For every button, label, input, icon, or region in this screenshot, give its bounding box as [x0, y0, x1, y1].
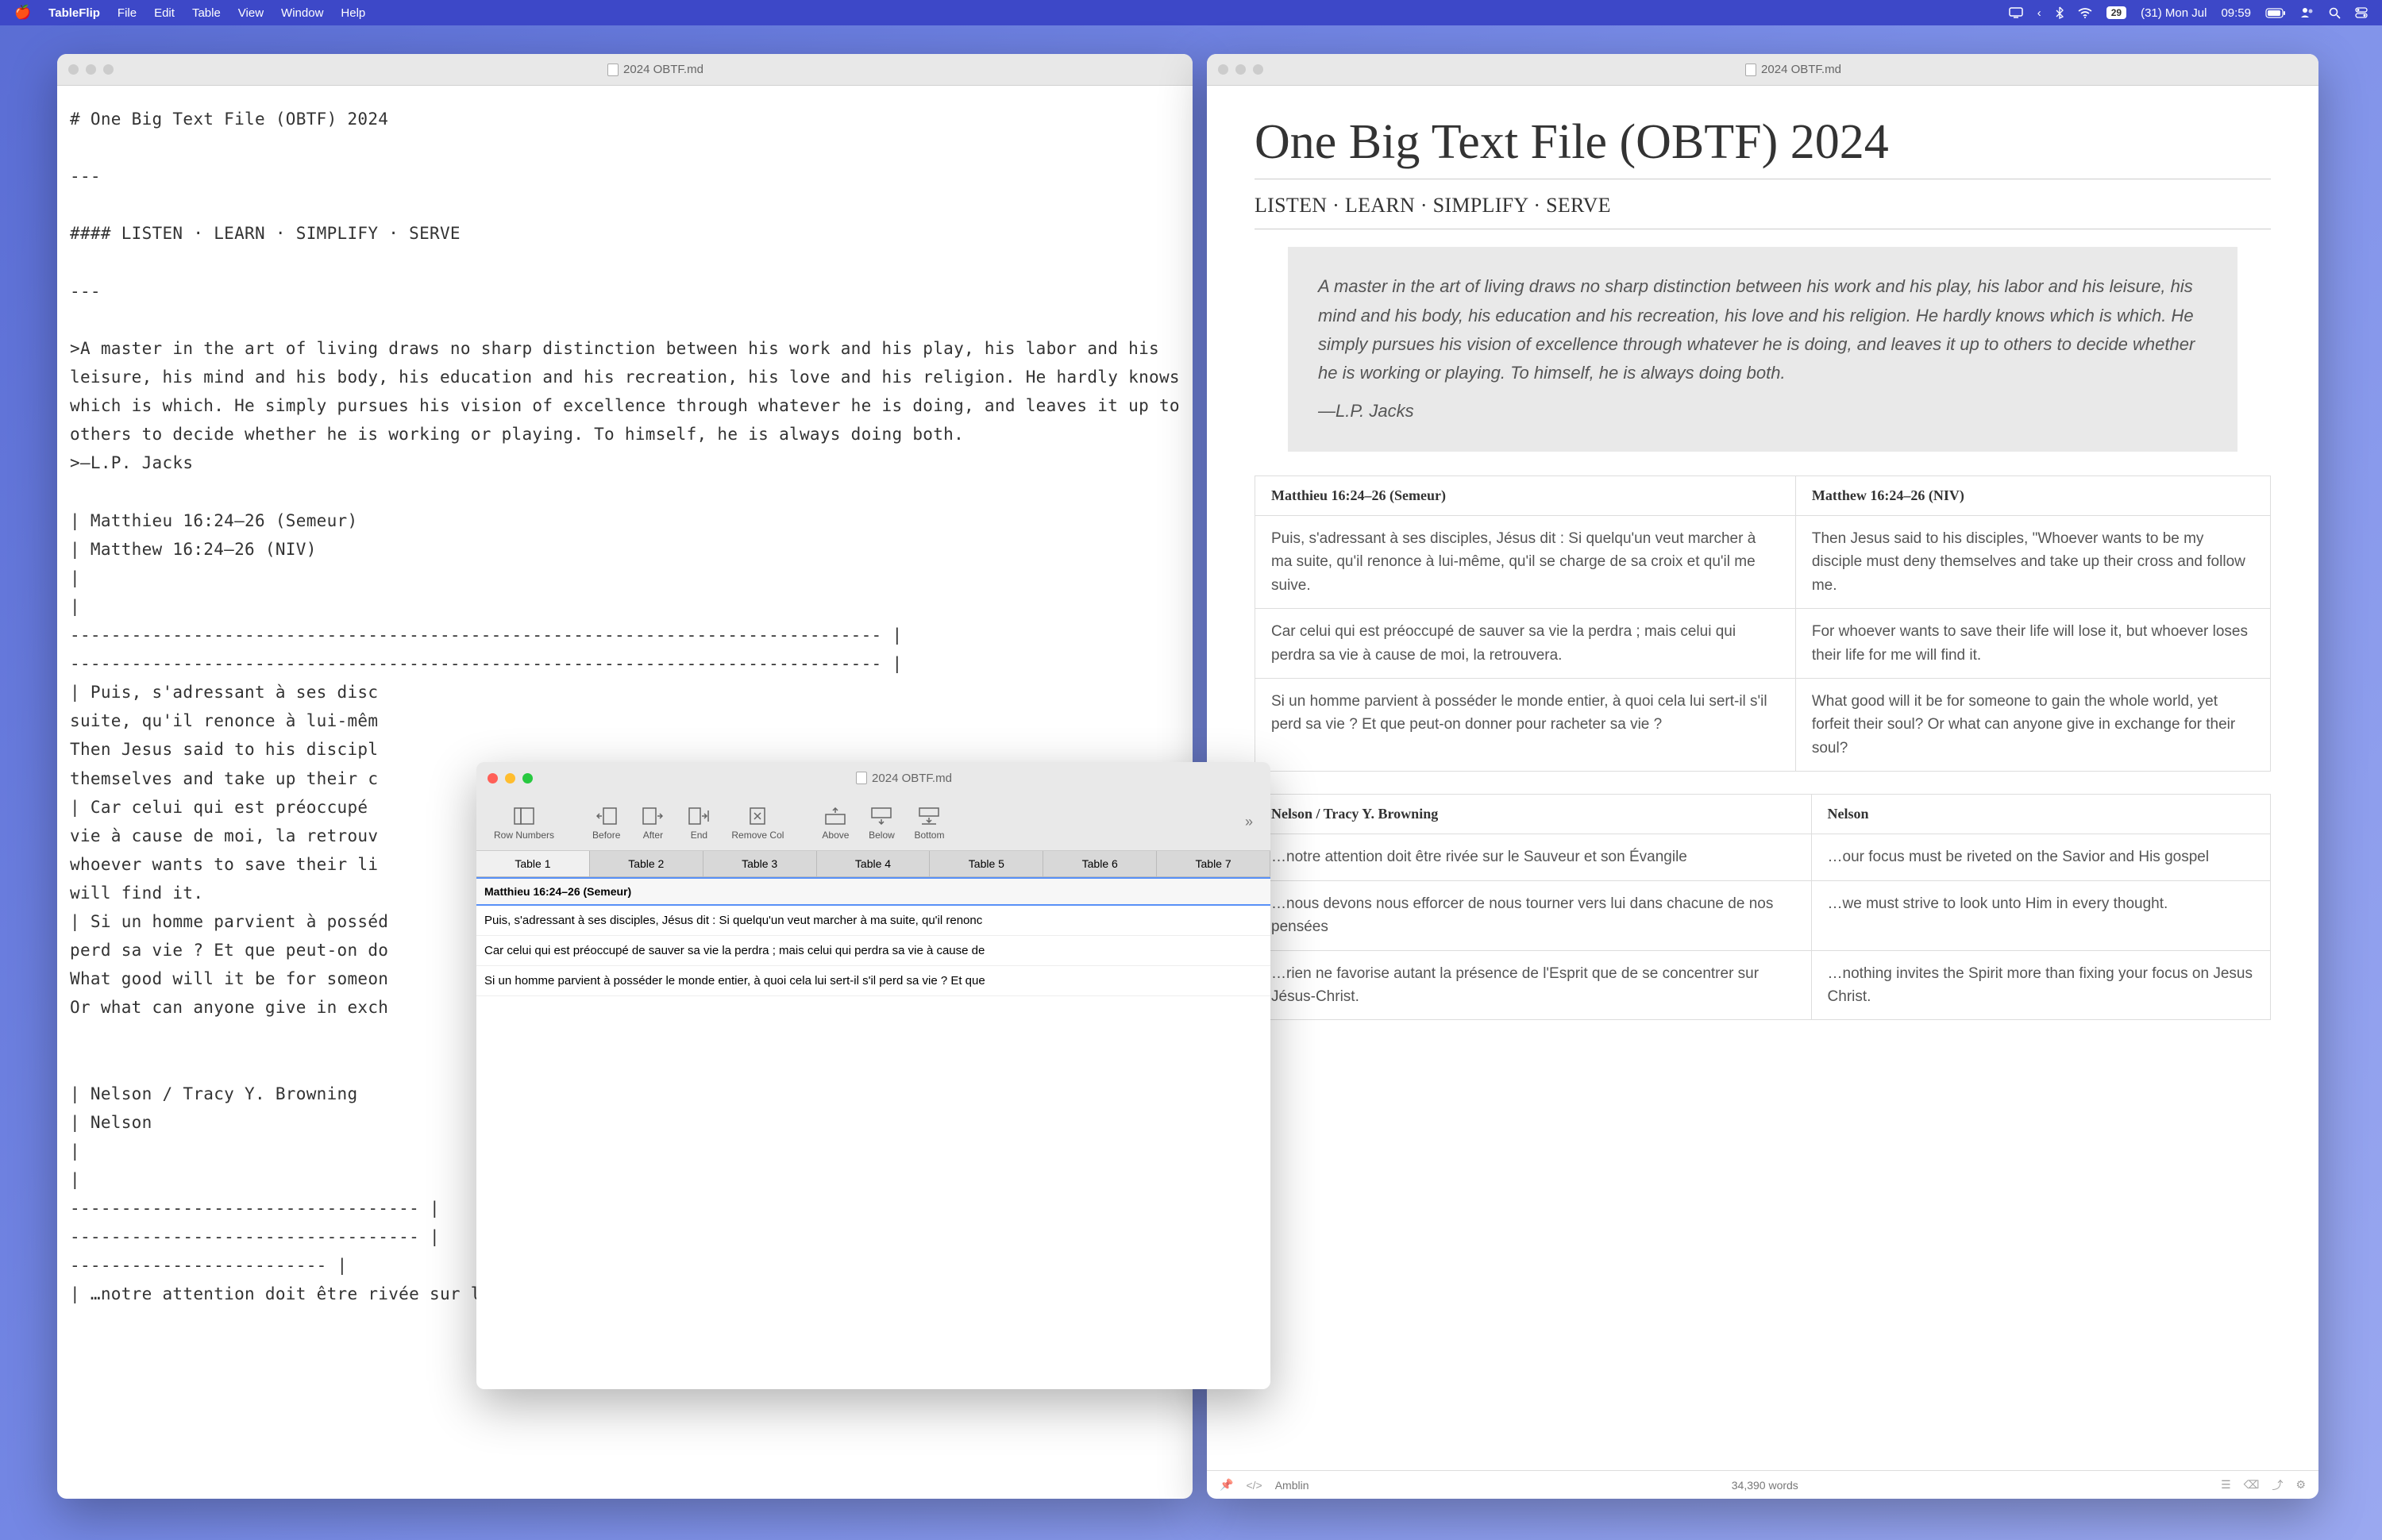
- close-button[interactable]: [1218, 64, 1228, 75]
- toolbar-overflow-icon[interactable]: »: [1237, 814, 1261, 830]
- tool-end[interactable]: End: [677, 804, 720, 841]
- tab-table-5[interactable]: Table 5: [930, 851, 1043, 876]
- menu-table[interactable]: Table: [192, 6, 221, 20]
- control-center-icon[interactable]: [2355, 7, 2368, 18]
- minimize-button[interactable]: [505, 773, 515, 783]
- insert-above-icon: [822, 804, 849, 828]
- maximize-button[interactable]: [1253, 64, 1263, 75]
- menu-view[interactable]: View: [238, 6, 264, 20]
- app-name[interactable]: TableFlip: [48, 6, 100, 20]
- battery-icon[interactable]: [2265, 8, 2286, 18]
- maximize-button[interactable]: [522, 773, 533, 783]
- page-title: One Big Text File (OBTF) 2024: [1255, 114, 2271, 179]
- tab-table-4[interactable]: Table 4: [817, 851, 931, 876]
- menu-help[interactable]: Help: [341, 6, 365, 20]
- date-text[interactable]: (31) Mon Jul: [2141, 6, 2207, 20]
- remove-col-icon: [744, 804, 771, 828]
- tool-after[interactable]: After: [631, 804, 674, 841]
- tool-above[interactable]: Above: [814, 804, 857, 841]
- preview-titlebar[interactable]: 2024 OBTF.md: [1207, 54, 2318, 86]
- menu-window[interactable]: Window: [281, 6, 323, 20]
- maximize-button[interactable]: [103, 64, 114, 75]
- screen-mirror-icon[interactable]: [2009, 7, 2023, 18]
- wifi-icon[interactable]: [2078, 8, 2092, 18]
- share-icon[interactable]: ⤴: [2272, 1477, 2283, 1493]
- minimize-button[interactable]: [1235, 64, 1246, 75]
- menu-file[interactable]: File: [118, 6, 137, 20]
- row-numbers-icon: [511, 804, 538, 828]
- table-row: Car celui qui est préoccupé de sauver sa…: [1255, 609, 2271, 679]
- tab-table-7[interactable]: Table 7: [1157, 851, 1270, 876]
- preview-content[interactable]: One Big Text File (OBTF) 2024 LISTEN · L…: [1207, 86, 2318, 1470]
- table-cell[interactable]: Car celui qui est préoccupé de sauver sa…: [476, 936, 1270, 966]
- table-content[interactable]: Matthieu 16:24–26 (Semeur) Puis, s'adres…: [476, 877, 1270, 1389]
- close-button[interactable]: [488, 773, 498, 783]
- tab-table-6[interactable]: Table 6: [1043, 851, 1157, 876]
- quote-author: —L.P. Jacks: [1318, 397, 2207, 425]
- tableflip-window: 2024 OBTF.md Row Numbers Before After En…: [476, 762, 1270, 1389]
- tool-before[interactable]: Before: [584, 804, 628, 841]
- tab-table-3[interactable]: Table 3: [703, 851, 817, 876]
- minimize-button[interactable]: [86, 64, 96, 75]
- list-icon[interactable]: ☰: [2221, 1478, 2231, 1492]
- table-header: Matthieu 16:24–26 (Semeur): [1255, 475, 1796, 515]
- table-row: …nous devons nous efforcer de nous tourn…: [1255, 880, 2271, 950]
- insert-after-icon: [639, 804, 666, 828]
- table-row: Si un homme parvient à posséder le monde…: [1255, 678, 2271, 771]
- preview-window: 2024 OBTF.md One Big Text File (OBTF) 20…: [1207, 54, 2318, 1499]
- gear-icon[interactable]: ⚙: [2295, 1478, 2306, 1492]
- table-row: …rien ne favorise autant la présence de …: [1255, 950, 2271, 1020]
- table-row: Puis, s'adressant à ses disciples, Jésus…: [1255, 515, 2271, 608]
- calendar-badge[interactable]: 29: [2106, 6, 2126, 19]
- menu-edit[interactable]: Edit: [154, 6, 175, 20]
- table-row: …notre attention doit être rivée sur le …: [1255, 834, 2271, 880]
- apple-logo-icon[interactable]: 🍎: [14, 5, 31, 21]
- menubar: 🍎 TableFlip File Edit Table View Window …: [0, 0, 2382, 25]
- table-cell[interactable]: Puis, s'adressant à ses disciples, Jésus…: [476, 906, 1270, 936]
- bluetooth-icon[interactable]: [2056, 6, 2064, 19]
- table-header: Matthew 16:24–26 (NIV): [1795, 475, 2270, 515]
- theme-name[interactable]: Amblin: [1275, 1479, 1309, 1492]
- pin-icon[interactable]: 📌: [1220, 1478, 1233, 1492]
- tableflip-toolbar: Row Numbers Before After End Remove Col …: [476, 794, 1270, 851]
- spotlight-icon[interactable]: [2329, 7, 2341, 19]
- editor-titlebar[interactable]: 2024 OBTF.md: [57, 54, 1193, 86]
- insert-below-icon: [868, 804, 895, 828]
- quote-text: A master in the art of living draws no s…: [1318, 272, 2207, 387]
- eraser-icon[interactable]: ⌫: [2244, 1478, 2260, 1492]
- blockquote: A master in the art of living draws no s…: [1288, 247, 2237, 451]
- tab-table-1[interactable]: Table 1: [476, 851, 590, 876]
- table-header: Nelson: [1811, 795, 2270, 834]
- table-cell[interactable]: Si un homme parvient à posséder le monde…: [476, 966, 1270, 996]
- editor-title: 2024 OBTF.md: [623, 63, 703, 76]
- code-icon[interactable]: </>: [1246, 1479, 1262, 1492]
- bible-table: Matthieu 16:24–26 (Semeur) Matthew 16:24…: [1255, 475, 2271, 772]
- tool-below[interactable]: Below: [860, 804, 903, 841]
- close-button[interactable]: [68, 64, 79, 75]
- preview-statusbar: 📌 </> Amblin 34,390 words ☰ ⌫ ⤴ ⚙: [1207, 1470, 2318, 1499]
- insert-bottom-icon: [915, 804, 942, 828]
- tableflip-titlebar[interactable]: 2024 OBTF.md: [476, 762, 1270, 794]
- nelson-table: Nelson / Tracy Y. Browning Nelson …notre…: [1255, 794, 2271, 1020]
- doc-icon: [1745, 64, 1756, 76]
- table-tabs: Table 1 Table 2 Table 3 Table 4 Table 5 …: [476, 851, 1270, 877]
- doc-icon: [607, 64, 619, 76]
- tool-remove-col[interactable]: Remove Col: [723, 804, 792, 841]
- insert-end-icon: [685, 804, 712, 828]
- doc-icon: [856, 772, 867, 784]
- tableflip-title: 2024 OBTF.md: [872, 772, 952, 785]
- insert-before-icon: [593, 804, 620, 828]
- table-header: Nelson / Tracy Y. Browning: [1255, 795, 1812, 834]
- user-switch-icon[interactable]: [2300, 7, 2315, 18]
- tab-table-2[interactable]: Table 2: [590, 851, 703, 876]
- preview-title: 2024 OBTF.md: [1761, 63, 1841, 76]
- table-column-header[interactable]: Matthieu 16:24–26 (Semeur): [476, 877, 1270, 906]
- chevron-left-icon[interactable]: ‹: [2037, 6, 2041, 20]
- tool-bottom[interactable]: Bottom: [906, 804, 952, 841]
- tool-row-numbers[interactable]: Row Numbers: [486, 804, 562, 841]
- word-count: 34,390 words: [1732, 1479, 1798, 1492]
- subtitle: LISTEN · LEARN · SIMPLIFY · SERVE: [1255, 194, 2271, 218]
- time-text[interactable]: 09:59: [2221, 6, 2251, 20]
